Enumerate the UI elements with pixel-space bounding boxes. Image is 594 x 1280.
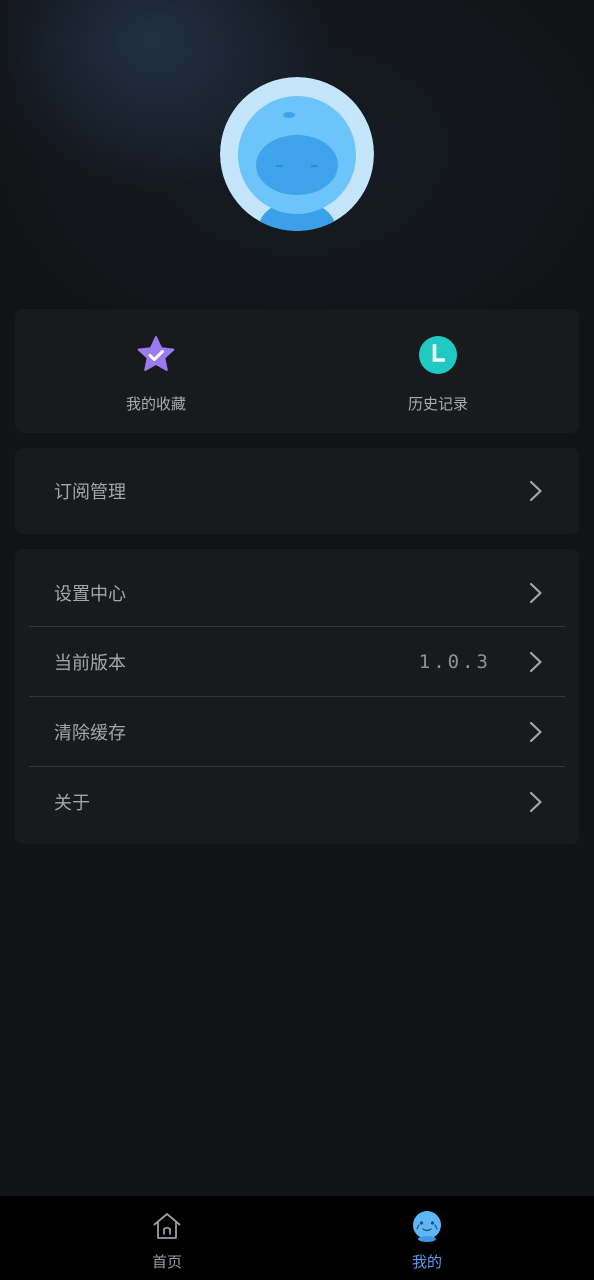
chevron-right-icon [529,791,543,813]
quick-actions-card: 我的收藏 历史记录 [15,309,579,433]
history-button[interactable]: 历史记录 [297,309,579,433]
tab-home-label: 首页 [151,1253,182,1271]
clear-cache-row[interactable]: 清除缓存 [15,697,579,767]
subscription-card: 订阅管理 [15,448,579,534]
bottom-tab-bar: 首页 我的 [0,1196,594,1280]
home-icon [151,1210,183,1242]
favorites-button[interactable]: 我的收藏 [15,309,297,433]
tab-home[interactable]: 首页 [107,1196,227,1280]
clock-icon [418,335,458,375]
star-check-icon [136,335,176,375]
version-label: 当前版本 [54,653,126,674]
settings-center-label: 设置中心 [54,584,126,605]
chevron-right-icon [529,651,543,673]
clear-cache-label: 清除缓存 [54,723,126,744]
favorites-label: 我的收藏 [125,395,186,413]
about-row[interactable]: 关于 [15,767,579,837]
subscription-row[interactable]: 订阅管理 [15,456,579,526]
chevron-right-icon [529,480,543,502]
chevron-right-icon [529,582,543,604]
profile-page: 我的收藏 历史记录 订阅管理 设置中心 当前版本 1.0.3 清除缓存 关于 首… [0,0,594,1280]
user-avatar[interactable] [220,77,374,231]
avatar-mascot-icon [220,77,374,231]
mascot-face-icon [411,1210,443,1242]
settings-list-card: 设置中心 当前版本 1.0.3 清除缓存 关于 [15,549,579,844]
version-value: 1.0.3 [418,651,491,673]
history-label: 历史记录 [407,395,468,413]
chevron-right-icon [529,721,543,743]
settings-center-row[interactable]: 设置中心 [15,558,579,628]
version-row[interactable]: 当前版本 1.0.3 [15,627,579,697]
tab-mine[interactable]: 我的 [367,1196,487,1280]
about-label: 关于 [54,793,90,814]
tab-mine-label: 我的 [411,1253,442,1271]
subscription-label: 订阅管理 [54,482,126,503]
